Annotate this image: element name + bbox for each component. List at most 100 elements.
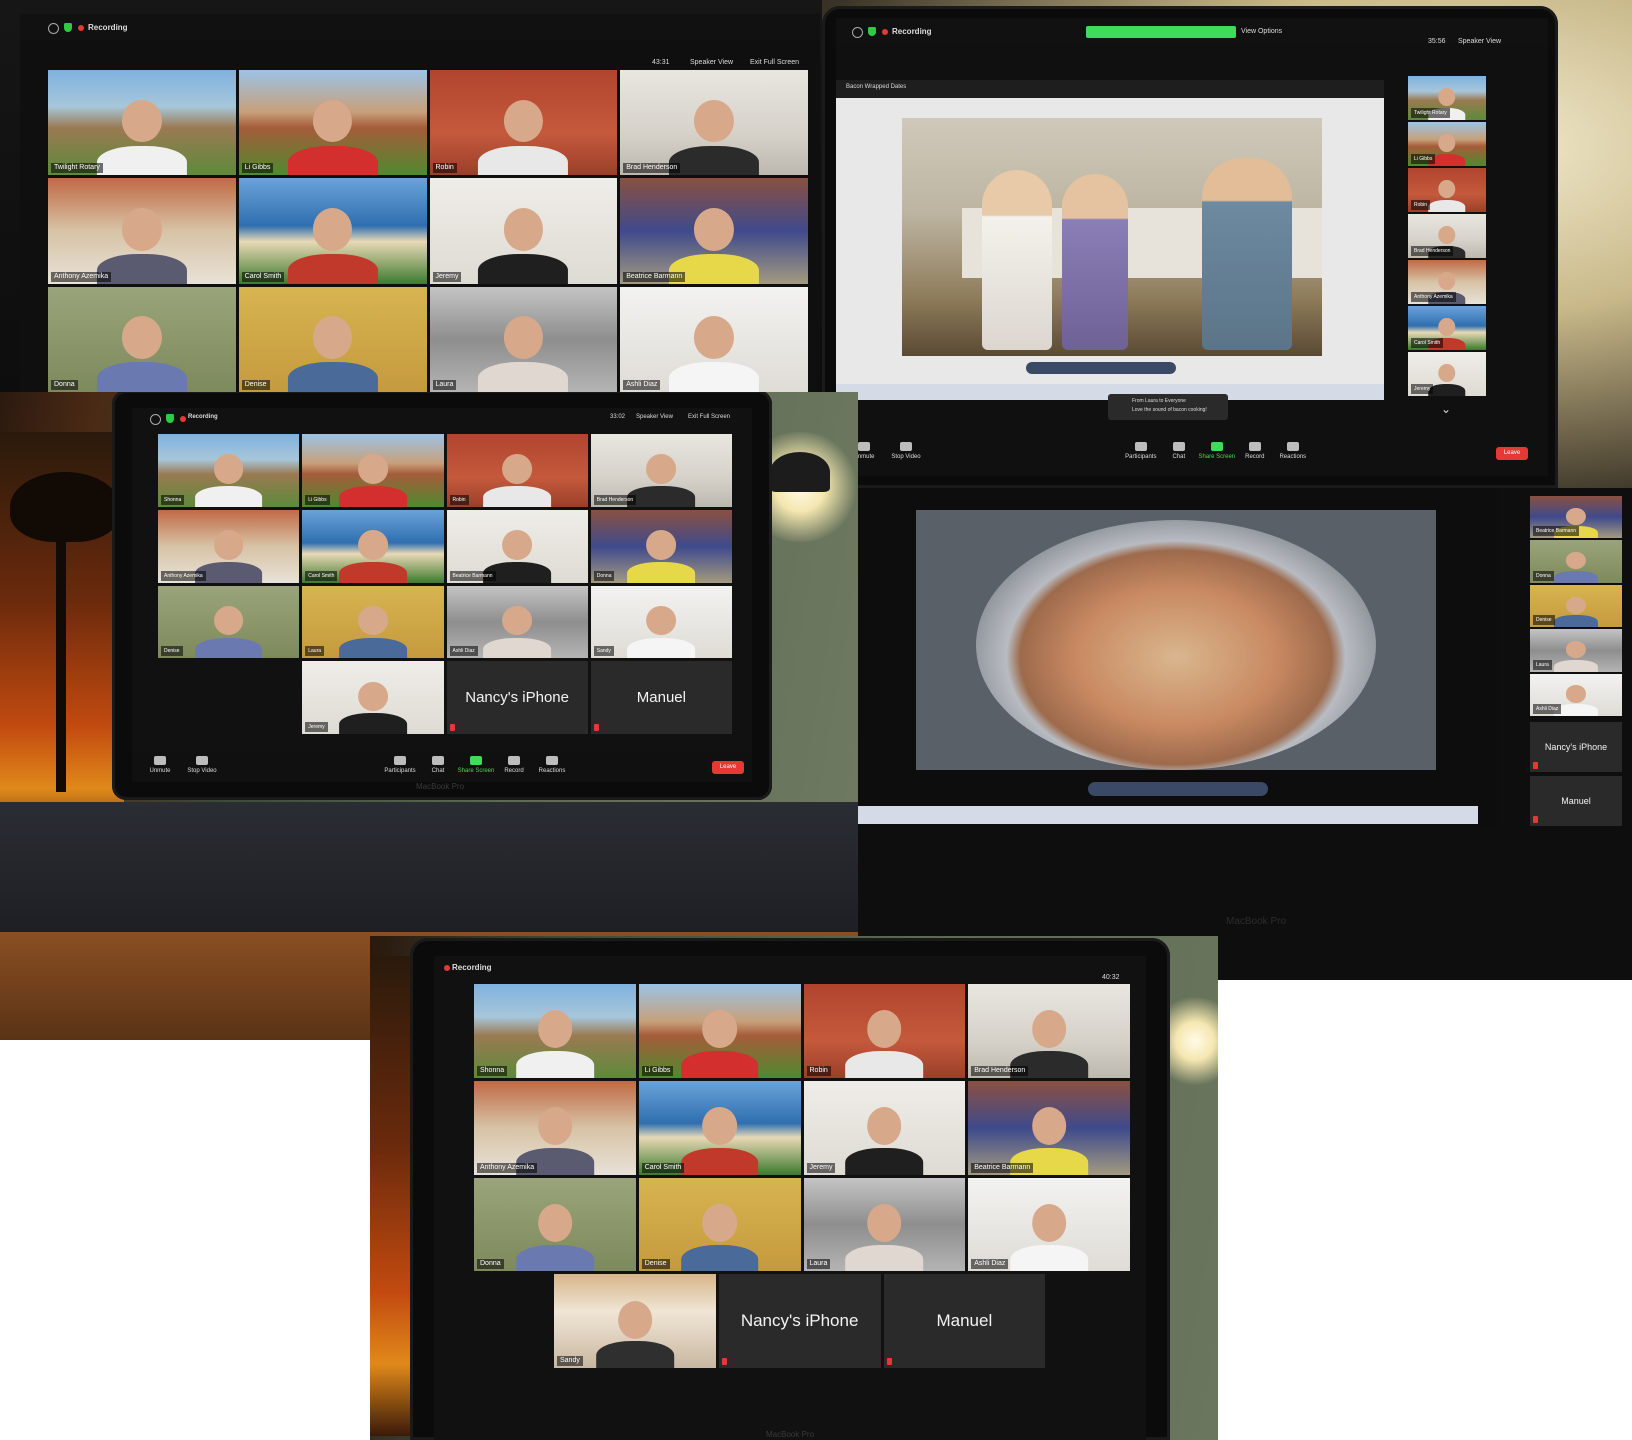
chat-button[interactable]: Chat: [1159, 442, 1199, 460]
participant-tile[interactable]: Brad Henderson: [1408, 214, 1486, 258]
participant-tile[interactable]: Beatrice Barmann: [1530, 496, 1622, 539]
unmute-button[interactable]: Unmute: [140, 756, 180, 774]
participant-tile[interactable]: Carol Smith: [302, 509, 444, 583]
participant-tile[interactable]: Denise: [638, 1177, 801, 1272]
participant-tile-no-video[interactable]: Nancy's iPhone: [718, 1274, 881, 1368]
share-screen-button[interactable]: Share Screen: [456, 756, 496, 774]
participant-tile[interactable]: Denise: [238, 286, 427, 392]
participant-tile[interactable]: Carol Smith: [1408, 306, 1486, 350]
participant-tile[interactable]: Donna: [48, 286, 236, 392]
participant-tile[interactable]: Jeremy: [803, 1080, 966, 1175]
info-icon[interactable]: [150, 414, 161, 425]
media-controls[interactable]: [1088, 782, 1268, 796]
participant-tile[interactable]: Denise: [1530, 584, 1622, 628]
participant-tile[interactable]: Laura: [429, 286, 618, 392]
speaker-view-button[interactable]: Speaker View: [636, 414, 673, 420]
participant-tile[interactable]: Li Gibbs: [638, 984, 801, 1078]
participant-tile[interactable]: Ashli Diaz: [968, 1177, 1130, 1272]
zoom-topbar: Recording 40:32: [434, 956, 1146, 981]
shield-icon[interactable]: [166, 414, 174, 423]
participant-tile[interactable]: Robin: [1408, 168, 1486, 212]
reactions-button[interactable]: Reactions: [532, 756, 572, 774]
participant-head: [357, 530, 388, 560]
stop-video-button[interactable]: Stop Video: [886, 442, 926, 460]
participant-tile[interactable]: Beatrice Barmann: [446, 509, 588, 583]
participants-button[interactable]: Participants: [1121, 442, 1161, 460]
chevron-down-icon[interactable]: ⌄: [1441, 402, 1451, 416]
participant-tile[interactable]: Beatrice Barmann: [968, 1080, 1130, 1175]
leave-button[interactable]: Leave: [1496, 447, 1528, 460]
participant-tile[interactable]: Anthony Azemika: [48, 178, 236, 284]
participant-name: Brad Henderson: [971, 1065, 1029, 1076]
speaker-view-button[interactable]: Speaker View: [1458, 38, 1501, 45]
chat-notification[interactable]: From Laura to Everyone Love the sound of…: [1108, 394, 1228, 420]
participant-tile[interactable]: Li Gibbs: [1408, 122, 1486, 166]
participant-tile-no-video[interactable]: Nancy's iPhone: [446, 661, 588, 734]
participant-tile[interactable]: Anthony Azemika: [474, 1080, 636, 1175]
participant-tile-no-video[interactable]: Nancy's iPhone: [1530, 722, 1622, 772]
photo-top-left: Recording 43:31 Speaker View Exit Full S…: [0, 0, 822, 392]
record-button[interactable]: Record: [494, 756, 534, 774]
participant-tile[interactable]: Jeremy: [1408, 352, 1486, 396]
participant-tile[interactable]: Donna: [474, 1177, 636, 1272]
participant-tile[interactable]: Donna: [590, 509, 732, 583]
participant-tile[interactable]: Ashli Diaz: [620, 286, 808, 392]
shield-icon[interactable]: [64, 23, 72, 32]
participant-tile[interactable]: Denise: [158, 585, 300, 659]
participant-tile[interactable]: Jeremy: [302, 661, 444, 734]
participant-tile-no-video[interactable]: Manuel: [883, 1274, 1046, 1368]
participant-body: [338, 561, 407, 583]
chat-button[interactable]: Chat: [418, 756, 458, 774]
info-icon[interactable]: [852, 27, 863, 38]
participant-tile[interactable]: Carol Smith: [638, 1080, 801, 1175]
participant-tile-no-video[interactable]: Manuel: [1530, 776, 1622, 826]
participant-tile[interactable]: Li Gibbs: [302, 434, 444, 507]
media-controls[interactable]: [1026, 362, 1176, 374]
participant-body: [194, 637, 263, 659]
participant-tile[interactable]: Laura: [803, 1177, 966, 1272]
participant-tile[interactable]: Anthony Azemika: [1408, 260, 1486, 304]
participant-tile[interactable]: Laura: [302, 585, 444, 659]
record-button[interactable]: Record: [1235, 442, 1275, 460]
participant-tile[interactable]: Shonna: [474, 984, 636, 1078]
shield-icon[interactable]: [868, 27, 876, 36]
participant-tile[interactable]: Robin: [803, 984, 966, 1078]
participant-head: [1438, 134, 1456, 153]
exit-full-screen-button[interactable]: Exit Full Screen: [750, 59, 799, 66]
participant-tile[interactable]: Brad Henderson: [968, 984, 1130, 1078]
participant-tile[interactable]: Beatrice Barmann: [620, 178, 808, 284]
participant-tile[interactable]: Robin: [429, 70, 618, 176]
reactions-button[interactable]: Reactions: [1273, 442, 1313, 460]
exit-full-screen-button[interactable]: Exit Full Screen: [688, 414, 730, 420]
participant-tile[interactable]: Twilight Rotary: [48, 70, 236, 176]
participant-tile[interactable]: Shonna: [158, 434, 300, 507]
stop-video-button[interactable]: Stop Video: [182, 756, 222, 774]
participant-name: Beatrice Barmann: [1533, 526, 1580, 537]
participant-tile[interactable]: Anthony Azemika: [158, 509, 300, 583]
participant-tile[interactable]: Sandy: [590, 585, 732, 659]
participant-tile[interactable]: Twilight Rotary: [1408, 76, 1486, 120]
participant-tile[interactable]: Li Gibbs: [238, 70, 427, 176]
toolbar-label: Chat: [1172, 454, 1186, 460]
participant-tile[interactable]: Brad Henderson: [620, 70, 808, 176]
participant-tile[interactable]: Sandy: [554, 1274, 716, 1368]
share-screen-button[interactable]: Share Screen: [1197, 442, 1237, 460]
participant-tile[interactable]: Ashli Diaz: [1530, 673, 1622, 716]
info-icon[interactable]: [48, 23, 59, 34]
participant-tile[interactable]: Brad Henderson: [590, 434, 732, 507]
participant-head: [357, 605, 388, 636]
participant-head: [122, 316, 162, 359]
view-options-button[interactable]: View Options: [1241, 28, 1282, 35]
participant-tile[interactable]: Ashli Diaz: [446, 585, 588, 659]
participant-tile[interactable]: Jeremy: [429, 178, 618, 284]
participant-tile[interactable]: Robin: [446, 434, 588, 507]
recording-icon: [180, 416, 186, 422]
leave-button[interactable]: Leave: [712, 761, 744, 774]
participants-button[interactable]: Participants: [380, 756, 420, 774]
participant-tile[interactable]: Donna: [1530, 540, 1622, 583]
participant-tile[interactable]: Laura: [1530, 629, 1622, 672]
participant-name: Brad Henderson: [623, 163, 681, 174]
participant-tile[interactable]: Carol Smith: [238, 178, 427, 284]
participant-tile-no-video[interactable]: Manuel: [590, 661, 732, 734]
speaker-view-button[interactable]: Speaker View: [690, 59, 733, 66]
